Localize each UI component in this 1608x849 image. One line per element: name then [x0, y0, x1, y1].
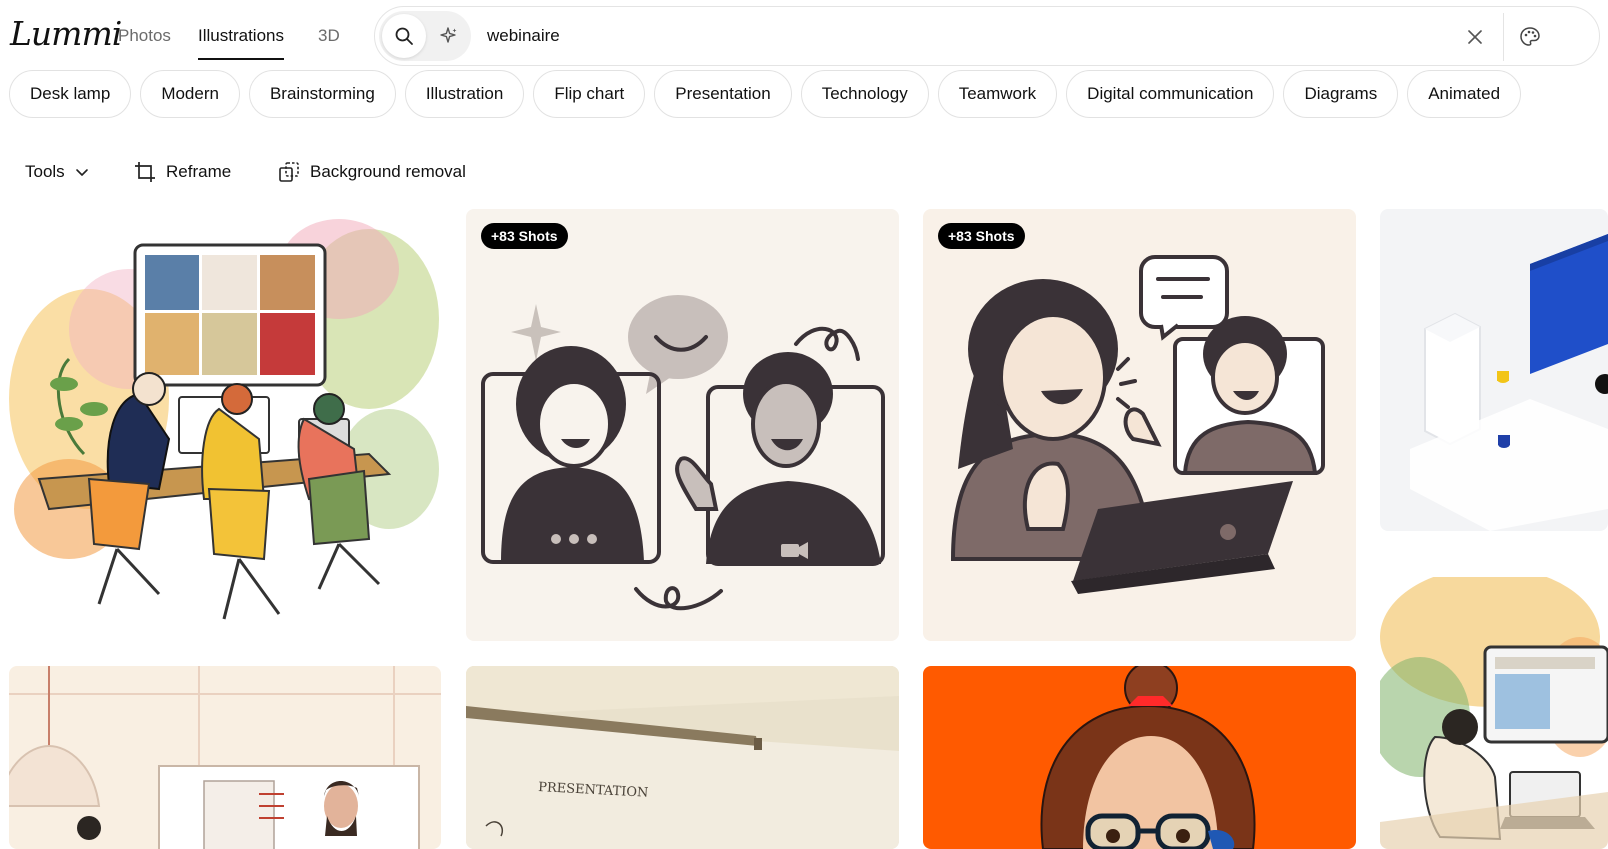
result-image-card[interactable]: PRESENTATION — [466, 666, 899, 849]
result-image-card[interactable] — [9, 209, 441, 641]
tag-chip[interactable]: Illustration — [404, 70, 525, 118]
presentation-room-illustration — [9, 666, 441, 849]
tag-chip[interactable]: Animated — [1407, 70, 1522, 118]
watercolor-meeting-illustration — [9, 219, 439, 620]
related-tags-row: Desk lamp Modern Brainstorming Illustration… — [9, 70, 1608, 118]
background-removal-label: Background removal — [310, 162, 466, 181]
reframe-button[interactable]: Reframe — [134, 158, 231, 186]
tag-chip[interactable]: Flip chart — [533, 70, 646, 118]
search-input[interactable] — [487, 21, 1447, 51]
search-icon — [395, 27, 413, 45]
logo-text: Lummi — [10, 14, 122, 53]
tag-chip[interactable]: Desk lamp — [9, 70, 132, 118]
woman-glasses-illustration — [1040, 666, 1256, 849]
reframe-label: Reframe — [166, 162, 232, 181]
video-call-illustration — [481, 295, 885, 611]
background-removal-icon — [279, 162, 299, 182]
tab-illustrations[interactable]: Illustrations — [198, 26, 284, 60]
lummi-logo[interactable]: Lummi — [10, 12, 122, 56]
ai-search-mode-button[interactable] — [429, 14, 469, 58]
tools-bar: Tools Reframe Background removal — [0, 152, 800, 192]
tag-chip[interactable]: Teamwork — [937, 70, 1058, 118]
search-mode-toggle — [379, 11, 471, 61]
result-image-card[interactable] — [1380, 577, 1608, 849]
whiteboard-sketch-illustration: PRESENTATION — [466, 666, 899, 849]
close-icon — [1468, 30, 1482, 44]
search-divider — [1503, 13, 1504, 61]
tag-chip[interactable]: Technology — [800, 70, 929, 118]
tag-chip[interactable]: Presentation — [654, 70, 792, 118]
tab-photos[interactable]: Photos — [118, 26, 171, 60]
top-bar: Lummi Photos Illustrations 3D — [0, 0, 1608, 72]
tools-dropdown[interactable]: Tools — [25, 158, 99, 186]
tools-label: Tools — [25, 162, 65, 181]
color-filter-button[interactable] — [1515, 22, 1545, 52]
tag-chip[interactable]: Diagrams — [1283, 70, 1399, 118]
tab-3d[interactable]: 3D — [318, 26, 340, 60]
result-image-card[interactable] — [9, 666, 441, 849]
tag-chip[interactable]: Brainstorming — [248, 70, 396, 118]
tag-chip[interactable]: Digital communication — [1066, 70, 1275, 118]
crop-icon — [135, 162, 155, 182]
search-mode-button[interactable] — [382, 14, 426, 58]
shots-badge: +83 Shots — [938, 223, 1025, 249]
palette-icon — [1520, 27, 1540, 46]
result-image-card[interactable] — [1380, 209, 1608, 531]
chevron-down-icon — [75, 169, 88, 176]
result-image-card[interactable] — [923, 666, 1356, 849]
background-removal-button[interactable]: Background removal — [278, 158, 466, 186]
search-bar — [374, 6, 1600, 66]
shots-badge: +83 Shots — [481, 223, 568, 249]
result-image-card[interactable]: +83 Shots — [923, 209, 1356, 641]
sparkle-icon — [440, 27, 457, 43]
result-image-card[interactable]: +83 Shots — [466, 209, 899, 641]
isometric-office-illustration — [1410, 234, 1608, 531]
laptop-call-illustration — [950, 255, 1325, 594]
tag-chip[interactable]: Modern — [140, 70, 240, 118]
clear-search-button[interactable] — [1462, 24, 1488, 50]
watercolor-laptop-illustration — [1380, 577, 1608, 849]
